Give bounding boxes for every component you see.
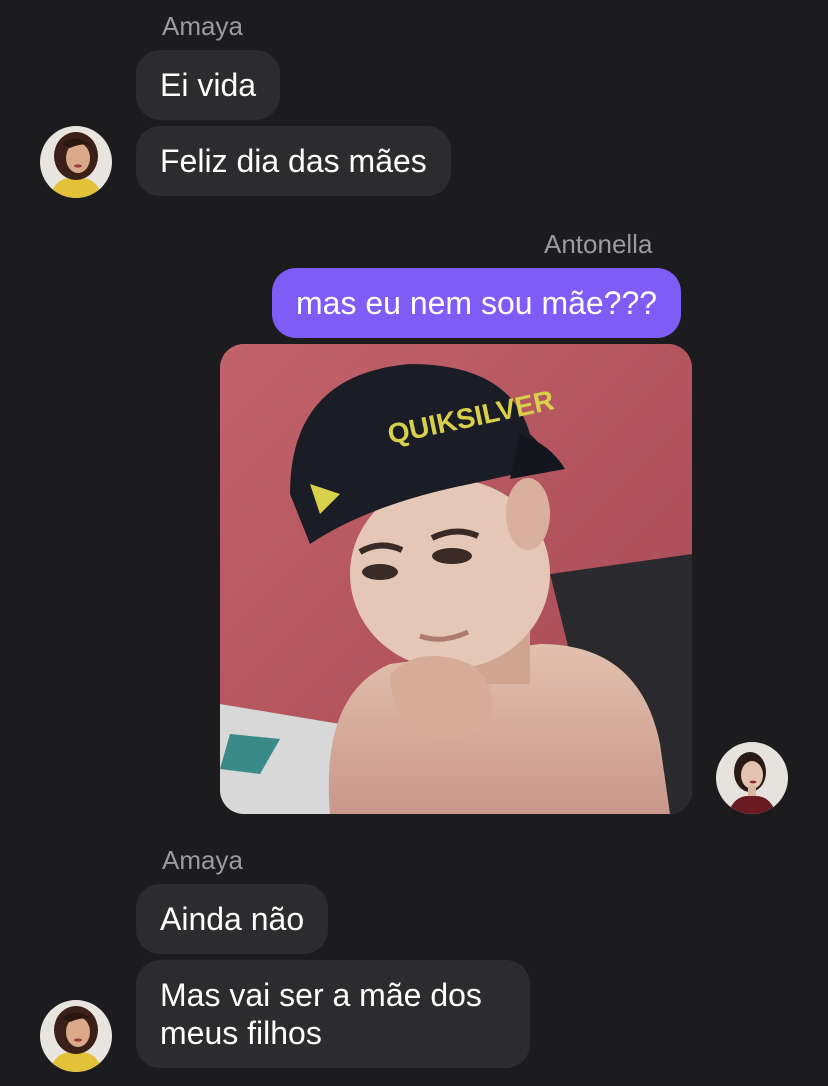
message-bubble-outgoing[interactable]: mas eu nem sou mãe??? <box>272 268 682 338</box>
sender-name-antonella: Antonella <box>544 229 653 259</box>
photo-image: QUIKSILVER <box>220 344 692 814</box>
message-bubble-incoming[interactable]: Mas vai ser a mãe dos meus filhos <box>136 960 530 1068</box>
sender-name-amaya: Amaya <box>162 11 243 41</box>
avatar-amaya-image <box>40 126 112 198</box>
message-bubble-incoming[interactable]: Feliz dia das mães <box>136 126 451 196</box>
message-bubble-incoming[interactable]: Ei vida <box>136 50 281 120</box>
avatar-amaya[interactable] <box>40 126 112 198</box>
photo-attachment[interactable]: QUIKSILVER <box>220 344 692 814</box>
avatar-amaya-image <box>40 1000 112 1072</box>
chat-thread: Amaya Ei vida Feliz dia das mães Antonel… <box>0 0 828 1086</box>
avatar-antonella-image <box>716 742 788 814</box>
sender-name-amaya: Amaya <box>162 845 243 875</box>
avatar-antonella[interactable] <box>716 742 788 814</box>
message-bubble-incoming[interactable]: Ainda não <box>136 884 329 954</box>
avatar-amaya[interactable] <box>40 1000 112 1072</box>
